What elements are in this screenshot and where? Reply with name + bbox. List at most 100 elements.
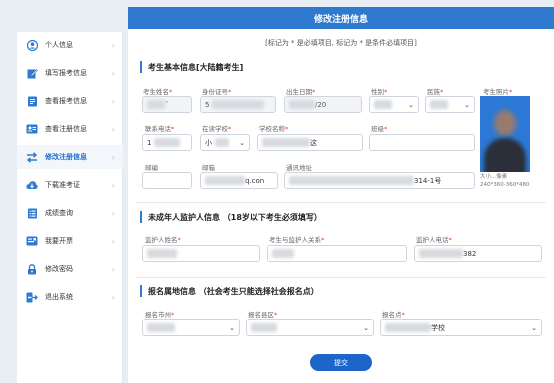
redacted-text [385, 323, 431, 332]
redacted-text [419, 249, 463, 258]
redacted-text [430, 100, 448, 109]
chevron-down-icon: ⌄ [229, 323, 235, 332]
submit-button[interactable]: 提交 [310, 354, 372, 371]
label-text: 邮编 [145, 164, 158, 172]
phone-field[interactable]: 1 [142, 134, 192, 151]
label-text: 考生与监护人关系 [269, 236, 321, 244]
label-text: 身份证号 [202, 88, 228, 96]
required-mark: * [171, 125, 175, 133]
ethnicity-select[interactable]: ⌄ [425, 96, 475, 113]
chevron-right-icon: › [111, 236, 115, 246]
field-label: 报名县区* [248, 309, 277, 319]
required-mark: * [169, 88, 173, 96]
invoice-icon [26, 235, 38, 247]
section-title-location: 报名属地信息 （社会考生只能选择社会报名点） [140, 285, 319, 297]
redacted-text [147, 249, 177, 258]
label-text: 学校名称 [259, 125, 285, 133]
sidebar-item-logout[interactable]: 退出系统 › [17, 285, 123, 309]
field-label: 监护人姓名* [145, 234, 181, 244]
redacted-text [289, 100, 315, 109]
chevron-down-icon: ⌄ [531, 323, 537, 332]
in-school-select[interactable]: 小 ⌄ [200, 134, 250, 151]
redacted-text [272, 249, 294, 258]
redacted-text [147, 100, 165, 109]
chevron-right-icon: › [111, 96, 115, 106]
postcode-field[interactable] [142, 172, 192, 189]
field-value: 314-1号 [414, 176, 442, 185]
chevron-right-icon: › [111, 180, 115, 190]
class-field[interactable] [369, 134, 475, 151]
reg-point-select[interactable]: 学校 ⌄ [380, 319, 542, 336]
sidebar-item-modify-registration[interactable]: 修改注册信息 › [17, 145, 123, 169]
id-number-field[interactable]: 5 [200, 96, 276, 113]
sidebar: 个人信息 › 填写报考信息 › 查看报考信息 › 查看注册信息 › 修改注册信息… [17, 32, 123, 383]
label-text: 在读学校 [202, 125, 228, 133]
required-mark: * [228, 88, 232, 96]
sidebar-item-view-application[interactable]: 查看报考信息 › [17, 89, 123, 113]
label-text: 考生姓名 [143, 88, 169, 96]
label-text: 报名市州 [145, 311, 171, 319]
reg-county-select[interactable]: ⌄ [246, 319, 374, 336]
label-text: 报名县区 [248, 311, 274, 319]
id-card-icon [26, 123, 38, 135]
redacted-text [154, 138, 181, 147]
divider [136, 277, 546, 278]
guardian-relation-field[interactable] [267, 245, 407, 262]
reg-city-select[interactable]: ⌄ [142, 319, 240, 336]
label-text: 邮箱 [202, 164, 215, 172]
sidebar-item-label: 填写报考信息 [45, 69, 87, 77]
field-label: 联系电话* [145, 123, 174, 133]
field-value: ˇ [165, 100, 169, 109]
sidebar-item-label: 个人信息 [45, 41, 73, 49]
field-label: 报名市州* [145, 309, 174, 319]
sidebar-item-invoice[interactable]: 我要开票 › [17, 229, 123, 253]
field-label: 学校名称* [259, 123, 288, 133]
sidebar-item-label: 修改密码 [45, 265, 73, 273]
redacted-text [374, 100, 392, 109]
chevron-right-icon: › [111, 68, 115, 78]
school-name-field[interactable]: 这 [257, 134, 363, 151]
sidebar-item-change-password[interactable]: 修改密码 › [17, 257, 123, 281]
redacted-text [212, 100, 265, 109]
required-mark: * [312, 88, 316, 96]
chevron-right-icon: › [111, 152, 115, 162]
sidebar-item-download-ticket[interactable]: 下载准考证 › [17, 173, 123, 197]
chevron-right-icon: › [111, 40, 115, 50]
section-title-basic: 考生基本信息[大陆籍考生] [140, 61, 243, 73]
birthdate-field[interactable]: /20 [284, 96, 362, 113]
label-text: 班级 [371, 125, 384, 133]
field-value: 小 [205, 138, 212, 147]
field-value: 1 [147, 138, 152, 147]
sidebar-item-label: 退出系统 [45, 293, 73, 301]
sidebar-item-fill-application[interactable]: 填写报考信息 › [17, 61, 123, 85]
required-mark: * [401, 311, 405, 319]
required-mark: * [228, 125, 232, 133]
field-label: 邮箱 [202, 162, 215, 172]
sidebar-item-personal-info[interactable]: 个人信息 › [17, 33, 123, 57]
label-text: 考生照片 [483, 88, 509, 96]
sidebar-item-label: 下载准考证 [45, 181, 80, 189]
sidebar-item-view-registration[interactable]: 查看注册信息 › [17, 117, 123, 141]
chevron-right-icon: › [111, 292, 115, 302]
field-value: 382 [463, 249, 477, 258]
address-field[interactable]: 314-1号 [284, 172, 475, 189]
guardian-phone-field[interactable]: 382 [414, 245, 542, 262]
sidebar-item-label: 查看报考信息 [45, 97, 87, 105]
document-icon [26, 95, 38, 107]
redacted-text [251, 323, 277, 332]
candidate-photo[interactable] [480, 96, 530, 172]
required-mark: * [171, 311, 175, 319]
label-text: 性别 [371, 88, 384, 96]
name-field[interactable]: ˇ [142, 96, 192, 113]
chevron-down-icon: ⌄ [464, 100, 470, 109]
chevron-right-icon: › [111, 124, 115, 134]
sidebar-item-label: 我要开票 [45, 237, 73, 245]
field-label: 身份证号* [202, 86, 231, 96]
guardian-name-field[interactable] [142, 245, 260, 262]
gender-select[interactable]: ⌄ [369, 96, 419, 113]
redacted-text [147, 323, 175, 332]
lock-icon [26, 263, 38, 275]
email-field[interactable]: q.con [200, 172, 278, 189]
list-document-icon [26, 207, 38, 219]
sidebar-item-score-query[interactable]: 成绩查询 › [17, 201, 123, 225]
